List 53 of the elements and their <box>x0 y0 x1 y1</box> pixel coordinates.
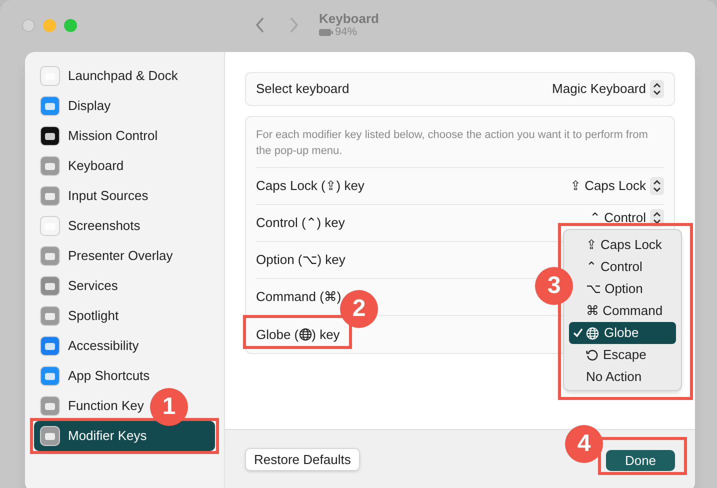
key-popup[interactable]: ⌃ Control <box>590 208 664 228</box>
key-label: Command (⌘) <box>256 288 342 306</box>
app-icon <box>40 216 60 236</box>
restore-defaults-button[interactable]: Restore Defaults <box>245 448 360 471</box>
app-icon <box>40 306 60 326</box>
back-icon[interactable] <box>255 17 265 33</box>
key-label: Caps Lock (⇪) key <box>256 177 364 196</box>
sidebar-item[interactable]: Spotlight <box>34 301 125 331</box>
key-label: Globe ( ) key <box>256 326 340 344</box>
stepper-icon <box>650 177 664 195</box>
key-popup[interactable]: ⇪ Caps Lock <box>570 176 664 196</box>
stepper-icon <box>650 80 664 98</box>
app-icon <box>40 246 60 266</box>
app-icon <box>40 96 60 116</box>
app-icon <box>40 66 60 86</box>
sidebar-item[interactable]: Function Key <box>34 391 150 421</box>
sidebar-item[interactable]: App Shortcuts <box>34 361 156 391</box>
battery-level: 94% <box>335 27 358 38</box>
sidebar-item[interactable]: Services <box>34 271 124 301</box>
setting-label: Select keyboard <box>256 80 350 98</box>
app-icon <box>40 426 60 446</box>
app-icon <box>40 186 60 206</box>
battery-icon <box>319 29 333 36</box>
sidebar-item[interactable]: Presenter Overlay <box>34 241 179 271</box>
menu-item[interactable]: ⇪ Caps Lock <box>569 234 676 256</box>
sidebar-item[interactable]: Modifier Keys <box>34 421 215 451</box>
app-icon <box>40 366 60 386</box>
forward-icon[interactable] <box>289 17 299 33</box>
menu-item[interactable]: No Action <box>569 366 676 388</box>
globe-icon <box>586 326 599 340</box>
sidebar-item[interactable]: Launchpad & Dock <box>34 61 184 91</box>
sidebar-item[interactable]: Screenshots <box>34 211 146 241</box>
checkmark-icon <box>573 328 583 338</box>
key-label: Control (⌃) key <box>256 214 345 232</box>
escape-icon <box>586 349 598 361</box>
app-icon <box>40 396 60 416</box>
sidebar-item[interactable]: Mission Control <box>34 121 164 151</box>
done-button[interactable]: Done <box>606 450 675 471</box>
window-title: Keyboard <box>319 12 379 25</box>
sidebar-item[interactable]: Accessibility <box>34 331 145 361</box>
sidebar-item[interactable]: Display <box>34 91 117 121</box>
menu-item[interactable]: Escape <box>569 344 676 366</box>
menu-item[interactable]: Globe <box>569 322 676 344</box>
key-label: Option (⌥) key <box>256 251 346 270</box>
globe-icon <box>298 328 312 341</box>
sidebar-item[interactable]: Keyboard <box>34 151 130 181</box>
app-icon <box>40 126 60 146</box>
app-icon <box>40 336 60 356</box>
sidebar-item[interactable]: Input Sources <box>34 181 154 211</box>
keyboard-popup[interactable]: Magic Keyboard <box>552 79 664 99</box>
description: For each modifier key listed below, choose the action you want it to perform from the pop-up menu. <box>256 117 664 168</box>
app-icon <box>40 276 60 296</box>
app-icon <box>40 156 60 176</box>
